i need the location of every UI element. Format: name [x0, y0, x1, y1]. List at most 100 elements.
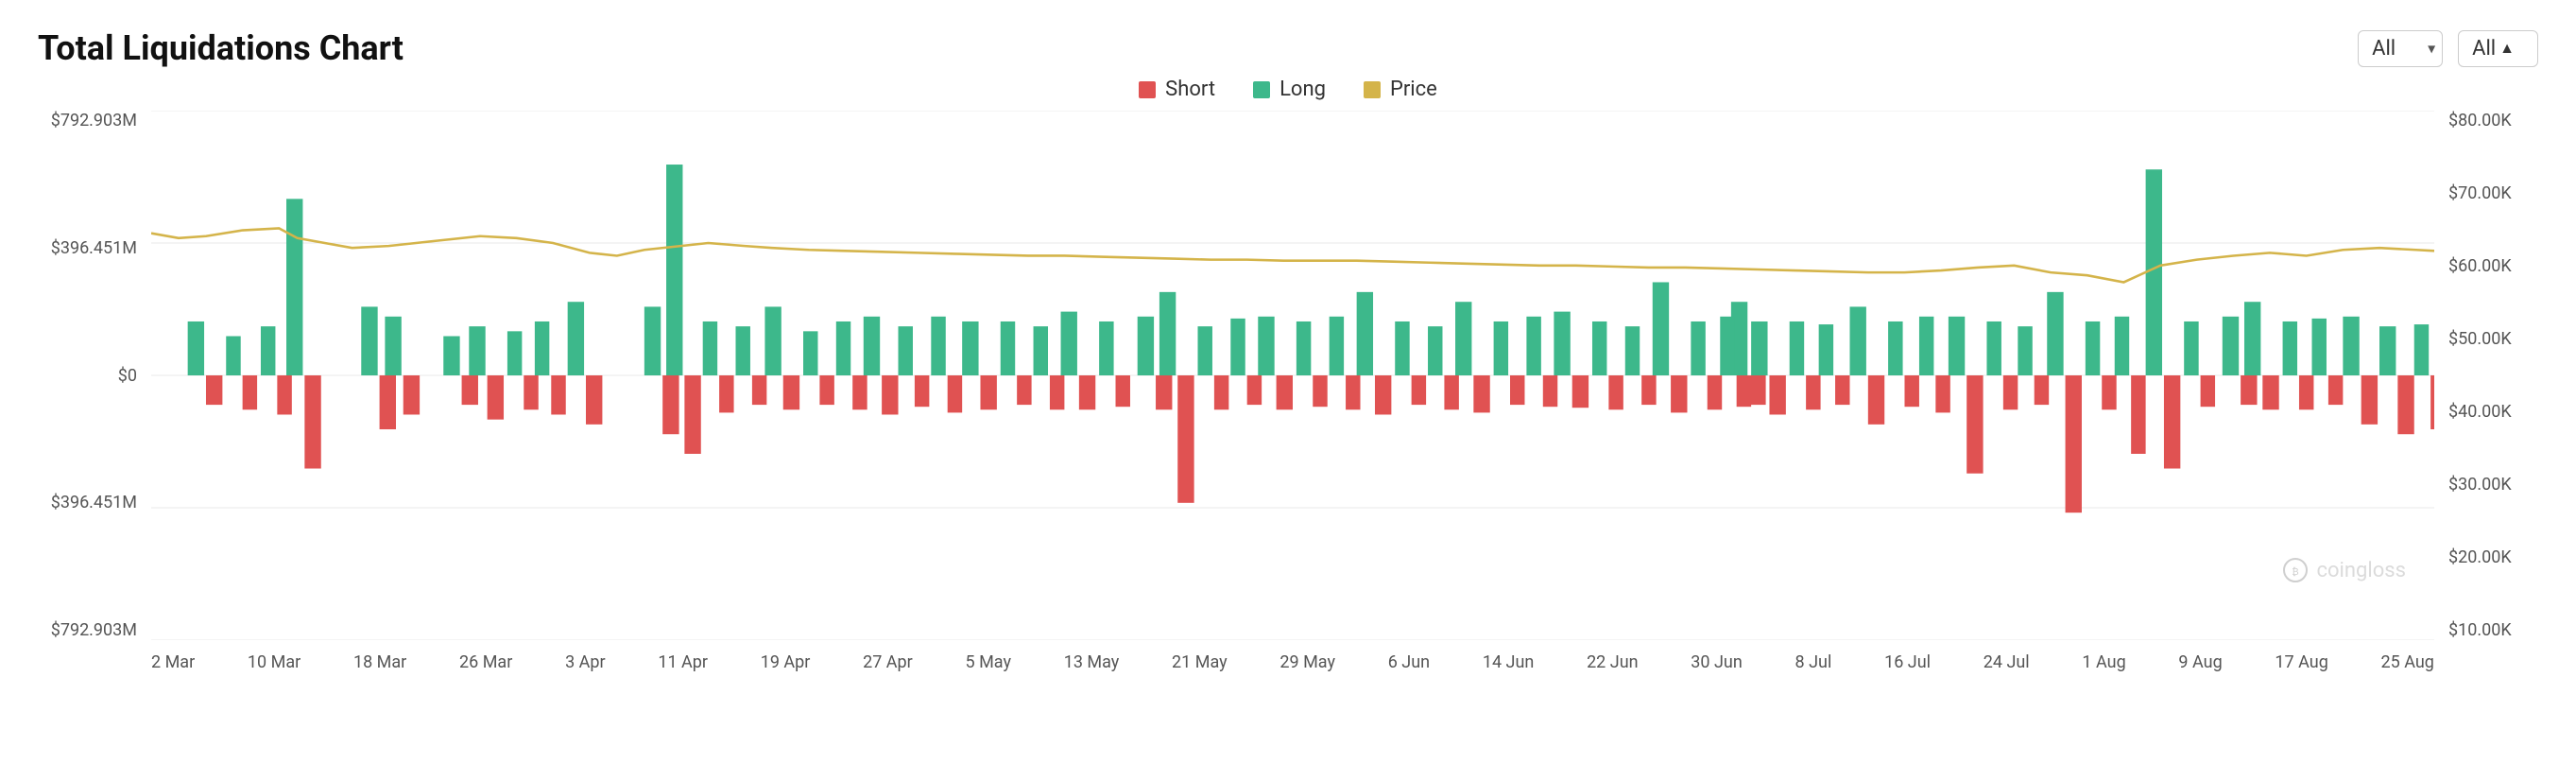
x-label-21: 17 Aug — [2275, 652, 2327, 672]
x-label-19: 1 Aug — [2082, 652, 2125, 672]
x-label-11: 29 May — [1279, 652, 1335, 672]
short-color-swatch — [1139, 81, 1156, 98]
bar-long-16 — [1653, 282, 1669, 375]
x-label-14: 22 Jun — [1587, 652, 1639, 672]
bar-short-12 — [1277, 375, 1293, 409]
bar-short-14 — [1473, 375, 1489, 412]
bar-short-22 — [2262, 375, 2278, 409]
bar-long-7 — [764, 306, 781, 375]
x-label-1: 10 Mar — [248, 652, 301, 672]
x-label-9: 13 May — [1064, 652, 1120, 672]
x-label-12: 6 Jun — [1388, 652, 1430, 672]
y-left-2: $396.451M — [51, 238, 137, 258]
bar-long-18 — [1850, 306, 1866, 375]
y-left-5: $792.903M — [51, 620, 137, 640]
bar-long-1 — [188, 321, 204, 375]
bar-long-19 — [1949, 317, 1965, 375]
long-color-swatch — [1253, 81, 1270, 98]
y-left-3: $0 — [118, 366, 137, 386]
bar-short-22b — [2241, 375, 2257, 405]
legend-short-label: Short — [1165, 78, 1215, 101]
x-label-0: 2 Mar — [151, 652, 195, 672]
legend-short: Short — [1139, 78, 1215, 101]
x-label-15: 30 Jun — [1691, 652, 1743, 672]
header-row: Total Liquidations Chart All All ▲ — [38, 28, 2538, 68]
y-right-4: $50.00K — [2448, 329, 2512, 349]
bar-long-6b — [644, 306, 661, 375]
x-label-4: 3 Apr — [565, 652, 606, 672]
price-color-swatch — [1364, 81, 1381, 98]
bar-short-23 — [2361, 375, 2378, 425]
bar-short-6 — [684, 375, 700, 454]
bar-short-11 — [1177, 375, 1194, 503]
filter1-wrapper[interactable]: All — [2358, 30, 2443, 67]
bar-long-13 — [1357, 292, 1373, 375]
y-axis-right: $80.00K $70.00K $60.00K $50.00K $40.00K … — [2439, 111, 2538, 640]
chart-container: Total Liquidations Chart All All ▲ Short… — [0, 0, 2576, 764]
y-right-2: $70.00K — [2448, 183, 2512, 203]
x-label-16: 8 Jul — [1795, 652, 1832, 672]
bar-long-23 — [2343, 317, 2359, 375]
bar-short-7 — [783, 375, 799, 409]
x-label-18: 24 Jul — [1984, 652, 2030, 672]
bar-short-19 — [1966, 375, 1983, 474]
bars-svg — [151, 111, 2434, 640]
legend-row: Short Long Price — [38, 78, 2538, 101]
y-left-4: $396.451M — [51, 493, 137, 512]
x-label-6: 19 Apr — [761, 652, 811, 672]
price-line — [151, 228, 2434, 282]
bar-long-9 — [962, 321, 978, 375]
filter1-dropdown[interactable]: All — [2358, 30, 2443, 67]
y-left-1: $792.903M — [51, 111, 137, 130]
x-label-3: 26 Mar — [459, 652, 512, 672]
x-label-20: 9 Aug — [2178, 652, 2222, 672]
x-axis: 2 Mar 10 Mar 18 Mar 26 Mar 3 Apr 11 Apr … — [151, 645, 2434, 697]
bar-long-4 — [469, 326, 485, 375]
bar-short-10 — [1079, 375, 1095, 409]
bar-long-3 — [385, 317, 401, 375]
bar-short-4 — [488, 375, 504, 420]
x-label-2: 18 Mar — [353, 652, 406, 672]
x-label-7: 27 Apr — [863, 652, 913, 672]
svg-text:₿: ₿ — [2293, 566, 2299, 578]
bar-long-6 — [666, 165, 682, 375]
x-label-17: 16 Jul — [1884, 652, 1931, 672]
coingloss-logo-icon: ₿ — [2282, 557, 2309, 583]
bar-long-20 — [2047, 292, 2063, 375]
x-label-8: 5 May — [966, 652, 1011, 672]
bar-long-4b — [443, 337, 459, 375]
bar-long-3b — [361, 306, 377, 375]
chart-title: Total Liquidations Chart — [38, 28, 404, 68]
bar-short-2 — [304, 375, 320, 469]
bar-long-22b — [2223, 317, 2239, 375]
bar-short-1 — [206, 375, 222, 405]
x-label-13: 14 Jun — [1483, 652, 1535, 672]
bar-long-17 — [1751, 321, 1767, 375]
x-label-10: 21 May — [1172, 652, 1228, 672]
bar-long-11b — [1138, 317, 1154, 375]
bar-long-23b — [2379, 326, 2396, 375]
chevron-up-icon: ▲ — [2499, 39, 2515, 58]
filter2-dropdown[interactable]: All ▲ — [2458, 30, 2538, 67]
bar-long-12 — [1258, 317, 1274, 375]
bar-short-13 — [1375, 375, 1391, 414]
chart-area: $792.903M $396.451M $0 $396.451M $792.90… — [38, 111, 2538, 697]
bar-short-15 — [1572, 375, 1589, 408]
bar-short-8 — [882, 375, 898, 414]
y-axis-left: $792.903M $396.451M $0 $396.451M $792.90… — [38, 111, 146, 640]
y-right-5: $40.00K — [2448, 402, 2512, 422]
y-right-3: $60.00K — [2448, 256, 2512, 276]
bar-short-11b — [1156, 375, 1172, 409]
bar-short-9 — [980, 375, 996, 409]
bar-short-23b — [2397, 375, 2413, 434]
bar-long-8 — [864, 317, 880, 375]
bar-long-22 — [2244, 302, 2260, 375]
x-label-22: 25 Aug — [2381, 652, 2434, 672]
bar-short-17 — [1769, 375, 1785, 414]
bar-long-5 — [568, 302, 584, 375]
bar-long-2 — [286, 199, 302, 375]
legend-price: Price — [1364, 78, 1437, 101]
y-right-1: $80.00K — [2448, 111, 2512, 130]
y-right-6: $30.00K — [2448, 475, 2512, 495]
bar-short-3 — [404, 375, 420, 414]
